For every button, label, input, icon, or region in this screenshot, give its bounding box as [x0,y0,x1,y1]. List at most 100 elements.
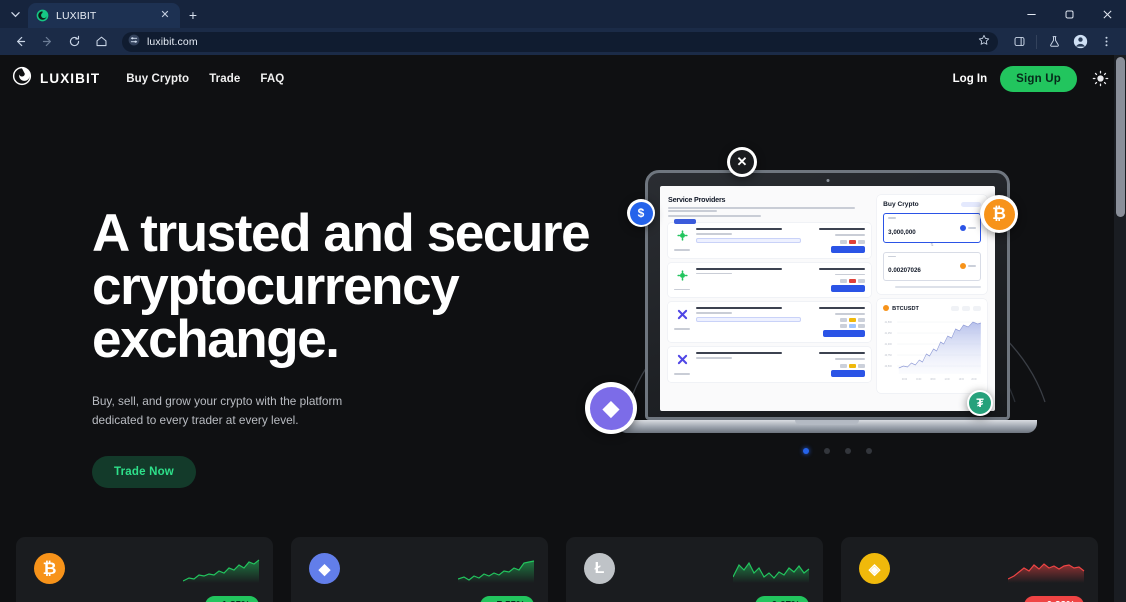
ethereum-icon: ◆ [589,386,633,430]
tab-close-icon[interactable]: ✕ [158,10,172,21]
receive-input[interactable]: 0.00207026 [883,251,981,282]
new-tab-button[interactable]: + [180,2,206,27]
provider-row[interactable] [668,219,872,258]
chart-range-1w[interactable] [973,306,981,312]
chart-range-1d[interactable] [962,306,970,312]
chart-range-tabs[interactable] [951,306,981,312]
chart-range-1h[interactable] [951,306,959,312]
ticker-card-ethereum[interactable]: ◆ Ethereum ↑ 7.55% USD 3,999.72 [291,537,548,602]
provider-rate-block [696,267,801,276]
market-toggle-button[interactable] [961,202,981,207]
provider-row[interactable] [668,302,872,343]
site-settings-icon[interactable] [128,33,140,51]
provider-action-block [807,307,866,338]
nav-item-trade[interactable]: Trade [209,73,240,85]
nav-item-buy-crypto[interactable]: Buy Crypto [126,73,189,85]
forward-button-icon[interactable] [35,31,59,53]
svg-text:08:00: 08:00 [931,379,937,381]
provider-action-block [807,352,866,377]
trade-now-button[interactable]: Trade Now [92,455,196,488]
payment-methods [840,318,866,323]
xrp-badge: ✕ [727,147,757,177]
laptop-mockup: Service Providers Buy Crypto 3,000,000 ⇅… [617,170,1037,433]
ticker-change-badge: ↑ 1.85% [204,596,259,602]
labs-flask-icon[interactable] [1042,31,1066,53]
provider-row[interactable] [668,347,872,382]
hero-section: A trusted and secure cryptocurrency exch… [0,102,1126,522]
chart-symbol: BTCUSDT [883,304,919,313]
buy-button[interactable] [831,245,866,253]
usd-coin-badge: $ [627,199,655,227]
ticker-card-litecoin[interactable]: Ł Litecoin ↑ 0.67% USD 101.05 [566,537,823,602]
svg-text:12:00: 12:00 [945,379,951,381]
signup-button[interactable]: Sign Up [1000,65,1077,92]
luxibit-favicon-icon [36,9,49,22]
buy-crypto-panel: Buy Crypto 3,000,000 ⇅ 0.00207026 [877,195,987,294]
site-header: LUXIBIT Buy Crypto Trade FAQ Log In Sign… [0,55,1126,102]
svg-text:40,750: 40,750 [885,352,893,356]
page-scrollbar-thumb[interactable] [1116,57,1125,217]
laptop-notch [795,420,859,425]
side-panel-icon[interactable] [1007,31,1031,53]
provider-action-block [807,228,866,253]
provider-action-block [807,267,866,292]
browser-toolbar: luxibit.com [0,28,1126,55]
bookmark-star-icon[interactable] [978,33,990,51]
price-line-chart: 41,500 41,250 41,000 40,750 40,500 00:00 04… [885,319,982,381]
tab-search-button[interactable] [4,3,26,25]
ticker-change-badge: ↓ −0.33% [1023,596,1084,602]
payment-methods [840,363,866,368]
sparkline-bitcoin [183,559,260,583]
browser-tab[interactable]: LUXIBIT ✕ [28,3,180,28]
page-scrollbar-track[interactable] [1114,55,1126,602]
carousel-dots[interactable] [803,448,872,454]
url-text[interactable]: luxibit.com [147,36,198,48]
carousel-dot-3[interactable] [845,448,851,454]
browser-menu-icon[interactable] [1094,31,1118,53]
close-window-button[interactable] [1088,0,1126,28]
price-chart-panel: BTCUSDT 41,500 41,250 41,000 40,750 40,5… [877,298,987,393]
laptop-lid: Service Providers Buy Crypto 3,000,000 ⇅… [645,170,1010,420]
maximize-button[interactable] [1050,0,1088,28]
carousel-dot-4[interactable] [866,448,872,454]
reload-button-icon[interactable] [62,31,86,53]
page-viewport: LUXIBIT Buy Crypto Trade FAQ Log In Sign… [0,55,1126,602]
svg-text:20:00: 20:00 [972,379,978,381]
buy-crypto-title: Buy Crypto [883,201,919,208]
tether-icon: ₮ [969,392,991,414]
payment-methods [840,278,866,283]
buy-button[interactable] [831,369,866,377]
back-button-icon[interactable] [8,31,32,53]
service-providers-title: Service Providers [668,195,726,204]
profile-avatar-icon[interactable] [1068,31,1092,53]
tab-strip: LUXIBIT ✕ + [0,0,1126,28]
login-button[interactable]: Log In [953,73,988,85]
minimize-button[interactable] [1012,0,1050,28]
amount-input[interactable]: 3,000,000 [883,213,981,243]
address-bar[interactable]: luxibit.com [122,31,998,52]
bitcoin-badge: ₿ [980,195,1018,233]
ticker-change-badge: ↑ 0.67% [754,596,809,602]
sun-icon[interactable] [1090,69,1110,89]
payment-methods-2 [840,324,866,329]
currency-selector-to[interactable] [960,263,976,270]
carousel-dot-2[interactable] [824,448,830,454]
provider-row[interactable] [668,262,872,298]
ticker-change-badge: ↑ 7.55% [479,596,534,602]
ticker-card-bnb[interactable]: ◈ BNB ↓ −0.33% USD 588.26 [841,537,1098,602]
buy-button[interactable] [823,330,866,338]
home-button-icon[interactable] [89,31,113,53]
provider-rate-block [696,352,801,360]
carousel-dot-1[interactable] [803,448,809,454]
sparkline-litecoin [733,561,810,583]
ticker-card-bitcoin[interactable]: ₿ Bitcoin ↑ 1.85% USD 71,009.66 [16,537,273,602]
swap-direction-icon[interactable]: ⇅ [883,242,981,247]
payment-methods [840,239,866,244]
laptop-screen: Service Providers Buy Crypto 3,000,000 ⇅… [660,186,995,411]
nav-item-faq[interactable]: FAQ [260,73,284,85]
brand-logo[interactable]: LUXIBIT [12,66,100,91]
buy-button[interactable] [831,284,866,292]
currency-selector-from[interactable] [960,224,976,231]
svg-text:00:00: 00:00 [902,379,908,381]
browser-window: LUXIBIT ✕ + luxibit.com LUXIBIT Buy Cryp… [0,0,1126,602]
